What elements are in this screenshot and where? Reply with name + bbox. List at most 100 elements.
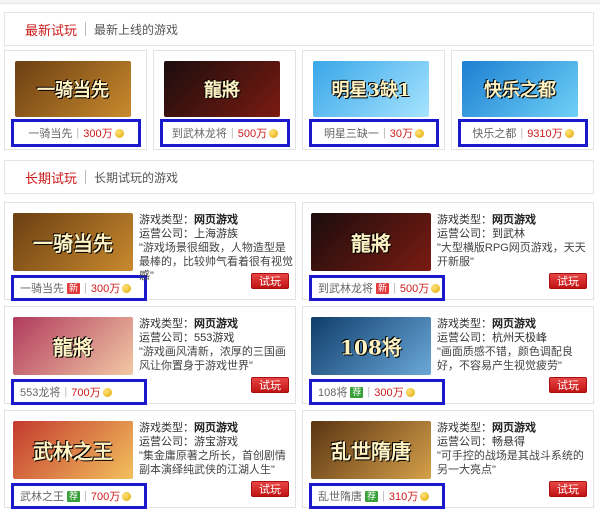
game-description: "游戏画风清新，浓厚的三国画风让你置身于游戏世界" xyxy=(139,346,286,372)
gold-coin-icon xyxy=(122,491,132,501)
divider xyxy=(85,22,87,36)
game-thumbnail[interactable]: 快乐之都 xyxy=(462,61,578,117)
game-type-label: 游戏类型： xyxy=(139,422,194,434)
game-logo-art: 108将 xyxy=(340,335,402,360)
game-meta-highlight: 到武林龙将新 | 500万 xyxy=(309,275,445,301)
game-thumbnail[interactable]: 一骑当先 xyxy=(15,61,131,117)
game-info: 游戏类型：网页游戏 运营公司：到武林 "大型横版RPG网页游戏，天天开新服" xyxy=(437,213,591,269)
company-line: 运营公司：游宝游戏 xyxy=(139,435,293,449)
player-count: 300万 xyxy=(83,128,113,140)
company-label: 运营公司： xyxy=(437,228,492,240)
game-type-value: 网页游戏 xyxy=(194,214,238,226)
game-type-value: 网页游戏 xyxy=(194,422,238,434)
divider xyxy=(85,170,87,184)
game-meta-highlight: 一骑当先新 | 300万 xyxy=(11,275,147,301)
new-game-card: 快乐之都 快乐之都 | 9310万 xyxy=(451,50,594,150)
game-logo-art: 龍將 xyxy=(53,335,93,360)
game-thumbnail[interactable]: 武林之王 xyxy=(13,421,133,479)
gold-coin-icon xyxy=(431,283,441,293)
try-play-button[interactable]: 试玩 xyxy=(251,377,289,393)
recommend-badge: 荐 xyxy=(350,386,364,398)
gold-coin-icon xyxy=(114,128,124,138)
game-meta-highlight: 到武林龙将 | 500万 xyxy=(160,119,290,147)
gold-coin-icon xyxy=(415,128,425,138)
player-count: 9310万 xyxy=(527,128,563,140)
gold-coin-icon xyxy=(102,387,112,397)
game-thumbnail[interactable]: 一骑当先 xyxy=(13,213,133,271)
company-value: 到武林 xyxy=(492,228,525,240)
game-meta-highlight: 明星三缺一 | 30万 xyxy=(309,119,439,147)
game-thumbnail[interactable]: 明星3缺1 xyxy=(313,61,429,117)
newest-games-row: 一骑当先 一骑当先 | 300万 龍將 到武林龙将 | 500万 明星3缺1 明星三缺一 | 30万快… xyxy=(4,50,596,150)
player-count: 30万 xyxy=(389,128,414,140)
game-description: "画面质感不错，颜色调配良好，不容易产生视觉疲劳" xyxy=(437,346,573,372)
newest-section-subtitle: 最新上线的游戏 xyxy=(94,22,179,37)
company-line: 运营公司：畅悬得 xyxy=(437,435,591,449)
game-thumbnail[interactable]: 龍將 xyxy=(13,317,133,375)
game-logo-art: 明星3缺1 xyxy=(331,80,411,101)
game-name[interactable]: 乱世隋唐 xyxy=(318,488,362,504)
game-name[interactable]: 明星三缺一 xyxy=(324,125,379,141)
player-count: 700万 xyxy=(71,387,101,399)
game-info: 游戏类型：网页游戏 运营公司：553游戏 "游戏画风清新，浓厚的三国画风让你置身于游… xyxy=(139,317,293,373)
player-count: 500万 xyxy=(237,128,268,140)
game-logo-art: 龍將 xyxy=(204,80,240,101)
game-type-label: 游戏类型： xyxy=(139,214,194,226)
game-meta-highlight: 108将荐 | 300万 xyxy=(309,379,445,405)
game-type-line: 游戏类型：网页游戏 xyxy=(437,317,591,331)
game-name[interactable]: 快乐之都 xyxy=(472,125,516,141)
try-play-button[interactable]: 试玩 xyxy=(549,377,587,393)
newest-section-title[interactable]: 最新试玩 xyxy=(5,20,77,39)
try-play-button[interactable]: 试玩 xyxy=(549,273,587,289)
new-game-card: 龍將到武林龙将 | 500万 xyxy=(153,50,296,150)
game-info: 游戏类型：网页游戏 运营公司：杭州天极峰 "画面质感不错，颜色调配良好，不容易产生视… xyxy=(437,317,591,373)
game-meta-highlight: 553龙将 | 700万 xyxy=(11,379,147,405)
longterm-section-header: 长期试玩 长期试玩的游戏 xyxy=(4,160,594,194)
company-value: 553游戏 xyxy=(194,332,235,344)
try-play-button[interactable]: 试玩 xyxy=(251,273,289,289)
company-value: 杭州天极峰 xyxy=(492,332,547,344)
game-thumbnail[interactable]: 乱世隋唐 xyxy=(311,421,431,479)
game-name[interactable]: 一骑当先 xyxy=(28,125,72,141)
divider: | xyxy=(382,490,385,502)
game-type-line: 游戏类型：网页游戏 xyxy=(437,213,591,227)
longterm-section-title[interactable]: 长期试玩 xyxy=(5,168,77,187)
game-name[interactable]: 553龙将 xyxy=(20,384,60,400)
divider: | xyxy=(367,386,371,398)
longterm-game-card: 一骑当先 一骑当先新 | 300万 游戏类型：网页游戏 运营公司：上海游族 "游戏场景很细致… xyxy=(4,202,296,301)
game-name[interactable]: 108将 xyxy=(318,384,347,400)
player-count: 300万 xyxy=(90,283,121,295)
game-meta-highlight: 快乐之都 | 9310万 xyxy=(458,119,588,147)
game-description: "大型横版RPG网页游戏，天天开新服" xyxy=(437,242,586,268)
game-type-value: 网页游戏 xyxy=(492,214,536,226)
game-type-line: 游戏类型：网页游戏 xyxy=(139,421,293,435)
company-label: 运营公司： xyxy=(437,332,492,344)
game-type-label: 游戏类型： xyxy=(437,318,492,330)
divider: | xyxy=(84,490,87,502)
new-badge: 新 xyxy=(376,282,390,294)
game-logo-art: 快乐之都 xyxy=(484,80,556,101)
try-play-button[interactable]: 试玩 xyxy=(549,481,587,497)
game-type-label: 游戏类型： xyxy=(437,214,492,226)
game-name[interactable]: 武林之王 xyxy=(20,488,64,504)
game-logo-art: 一骑当先 xyxy=(37,80,109,101)
try-play-button[interactable]: 试玩 xyxy=(251,481,289,497)
divider: | xyxy=(382,127,386,139)
company-label: 运营公司： xyxy=(139,332,194,344)
new-game-card: 明星3缺1 明星三缺一 | 30万 xyxy=(302,50,445,150)
gold-coin-icon xyxy=(420,491,430,501)
game-type-value: 网页游戏 xyxy=(194,318,238,330)
game-thumbnail[interactable]: 龍將 xyxy=(311,213,431,271)
game-name[interactable]: 到武林龙将 xyxy=(172,125,227,141)
game-thumbnail[interactable]: 龍將 xyxy=(164,61,280,117)
game-type-label: 游戏类型： xyxy=(437,422,492,434)
game-name[interactable]: 一骑当先 xyxy=(20,280,64,296)
game-thumbnail[interactable]: 108将 xyxy=(311,317,431,375)
divider: | xyxy=(230,127,234,139)
game-description: "可手控的战场是其战斗系统的另一大亮点" xyxy=(437,450,584,476)
divider: | xyxy=(393,282,396,294)
game-logo-art: 龍將 xyxy=(351,231,391,256)
player-count: 310万 xyxy=(388,491,419,503)
game-name[interactable]: 到武林龙将 xyxy=(318,280,373,296)
company-label: 运营公司： xyxy=(437,436,492,448)
